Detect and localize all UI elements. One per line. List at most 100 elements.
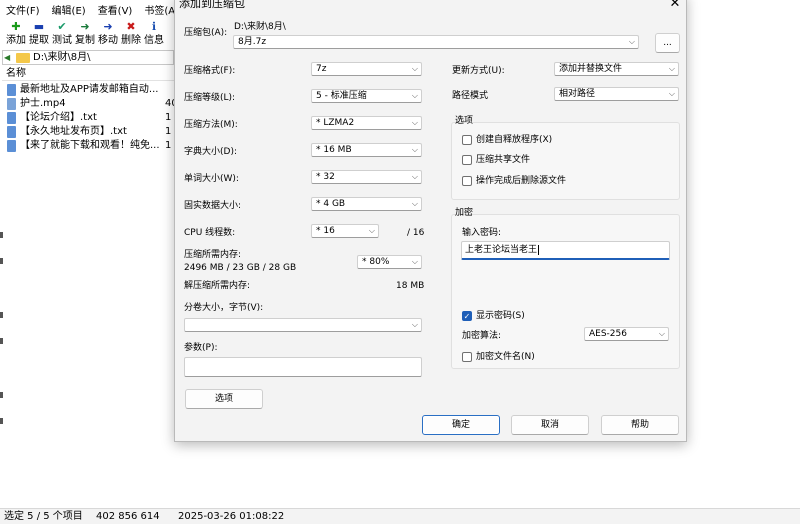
- strip-mark: [0, 338, 3, 344]
- format-label: 压缩格式(F):: [184, 66, 236, 76]
- cpu-label: CPU 线程数:: [184, 228, 236, 238]
- word-label: 单词大小(W):: [184, 174, 239, 184]
- show-password-label: 显示密码(S): [476, 311, 525, 321]
- toolbar-label: 提取: [29, 35, 49, 46]
- show-password-checkbox[interactable]: ✓: [462, 311, 472, 321]
- params-input[interactable]: [184, 357, 422, 377]
- folder-icon: [16, 53, 30, 63]
- password-value: 上老王论坛当老王: [465, 245, 538, 255]
- left-strip: [0, 80, 4, 508]
- column-name-header[interactable]: 名称: [6, 67, 26, 81]
- file-size: 1: [165, 126, 172, 137]
- mem-percent-select[interactable]: * 80% ⌵: [357, 255, 422, 269]
- update-label: 更新方式(U):: [452, 66, 505, 76]
- archive-dir: D:\来财\8月\: [234, 22, 286, 32]
- method-value: * LZMA2: [316, 118, 355, 128]
- up-folder-icon[interactable]: ◀: [4, 52, 14, 64]
- file-name: 【永久地址发布页】.txt: [20, 126, 127, 137]
- chevron-down-icon: ⌵: [411, 172, 418, 181]
- chevron-down-icon: ⌵: [668, 89, 675, 98]
- video-file-icon: [7, 98, 16, 110]
- encrypt-names-checkbox[interactable]: [462, 352, 472, 362]
- cpu-select[interactable]: * 16 ⌵: [311, 224, 379, 238]
- solid-label: 固实数据大小:: [184, 201, 242, 211]
- toolbar-button-test[interactable]: ✔ 测试: [50, 20, 74, 50]
- enc-method-select[interactable]: AES-256 ⌵: [584, 327, 669, 341]
- close-icon[interactable]: ✕: [667, 0, 683, 13]
- delete-icon: ✖: [126, 20, 136, 33]
- delete-source-label: 操作完成后删除源文件: [476, 176, 567, 186]
- file-row[interactable]: 护士.mp4 40: [2, 97, 178, 111]
- ok-button[interactable]: 确定: [422, 415, 500, 435]
- text-file-icon: [7, 126, 16, 138]
- toolbar-label: 信息: [144, 35, 164, 46]
- solid-select[interactable]: * 4 GB ⌵: [311, 197, 422, 211]
- cancel-button[interactable]: 取消: [511, 415, 589, 435]
- mem-decomp-label: 解压缩所需内存:: [184, 281, 251, 291]
- path-label: 路径模式: [452, 91, 489, 101]
- menu-edit[interactable]: 编辑(E): [46, 4, 92, 20]
- path-select[interactable]: 相对路径 ⌵: [554, 87, 679, 101]
- password-input[interactable]: 上老王论坛当老王: [461, 241, 670, 260]
- shared-checkbox[interactable]: [462, 155, 472, 165]
- status-size: 402 856 614: [96, 511, 160, 522]
- chevron-down-icon: ⌵: [658, 329, 665, 338]
- solid-value: * 4 GB: [316, 199, 346, 209]
- menu-file[interactable]: 文件(F): [0, 4, 46, 20]
- file-row[interactable]: 【来了就能下载和观看！纯免... 1: [2, 139, 174, 153]
- test-icon: ✔: [57, 20, 67, 33]
- browse-button[interactable]: ...: [655, 33, 680, 53]
- filelist-header[interactable]: 名称: [2, 67, 174, 81]
- update-select[interactable]: 添加并替换文件 ⌵: [554, 62, 679, 76]
- toolbar-label: 测试: [52, 35, 72, 46]
- sfx-checkbox[interactable]: [462, 135, 472, 145]
- toolbar-button-delete[interactable]: ✖ 删除: [119, 20, 143, 50]
- method-select[interactable]: * LZMA2 ⌵: [311, 116, 422, 130]
- archive-name-combo[interactable]: 8月.7z ⌵: [233, 35, 639, 49]
- mem-comp-label: 压缩所需内存:: [184, 250, 242, 260]
- level-select[interactable]: 5 - 标准压缩 ⌵: [311, 89, 422, 103]
- address-bar[interactable]: ◀ D:\来财\8月\: [2, 50, 174, 65]
- path-value: 相对路径: [559, 89, 596, 99]
- dialog-titlebar[interactable]: 添加到压缩包 ✕: [175, 0, 686, 13]
- split-select[interactable]: ⌵: [184, 318, 422, 332]
- chevron-down-icon: ⌵: [668, 64, 675, 73]
- level-value: 5 - 标准压缩: [316, 91, 367, 101]
- strip-mark: [0, 312, 3, 318]
- help-button[interactable]: 帮助: [601, 415, 679, 435]
- mem-percent-value: * 80%: [362, 257, 390, 267]
- copy-icon: ➜: [80, 20, 90, 33]
- dialog-title: 添加到压缩包: [179, 0, 245, 10]
- text-file-icon: [7, 84, 16, 96]
- file-size: 1: [165, 112, 172, 123]
- file-row[interactable]: 【论坛介绍】.txt 1: [2, 111, 174, 125]
- level-label: 压缩等级(L):: [184, 93, 236, 103]
- menu-view[interactable]: 查看(V): [92, 4, 139, 20]
- word-select[interactable]: * 32 ⌵: [311, 170, 422, 184]
- chevron-down-icon: ⌵: [628, 37, 635, 46]
- menubar: 文件(F) 编辑(E) 查看(V) 书签(A): [0, 4, 185, 20]
- encrypt-names-label: 加密文件名(N): [476, 352, 535, 362]
- toolbar-button-move[interactable]: ➜ 移动: [96, 20, 120, 50]
- word-value: * 32: [316, 172, 335, 182]
- options-button[interactable]: 选项: [185, 389, 263, 409]
- archive-name-value: 8月.7z: [238, 37, 267, 47]
- archive-label: 压缩包(A):: [184, 28, 228, 38]
- dict-select[interactable]: * 16 MB ⌵: [311, 143, 422, 157]
- chevron-down-icon: ⌵: [368, 226, 375, 235]
- file-row[interactable]: 【永久地址发布页】.txt 1: [2, 125, 174, 139]
- format-select[interactable]: 7z ⌵: [311, 62, 422, 76]
- file-row[interactable]: 最新地址及APP请发邮箱自动...: [2, 83, 174, 97]
- toolbar-label: 移动: [98, 35, 118, 46]
- delete-source-checkbox[interactable]: [462, 176, 472, 186]
- toolbar-button-extract[interactable]: ▬ 提取: [27, 20, 51, 50]
- toolbar-button-info[interactable]: ℹ 信息: [142, 20, 166, 50]
- mem-comp-value: 2496 MB / 23 GB / 28 GB: [184, 263, 297, 273]
- encrypt-group-title: 加密: [455, 208, 474, 218]
- strip-mark: [0, 232, 3, 238]
- toolbar-button-copy[interactable]: ➜ 复制: [73, 20, 97, 50]
- status-date: 2025-03-26 01:08:22: [178, 511, 285, 522]
- toolbar-button-add[interactable]: ✚ 添加: [4, 20, 28, 50]
- strip-mark: [0, 392, 3, 398]
- cpu-value: * 16: [316, 226, 335, 236]
